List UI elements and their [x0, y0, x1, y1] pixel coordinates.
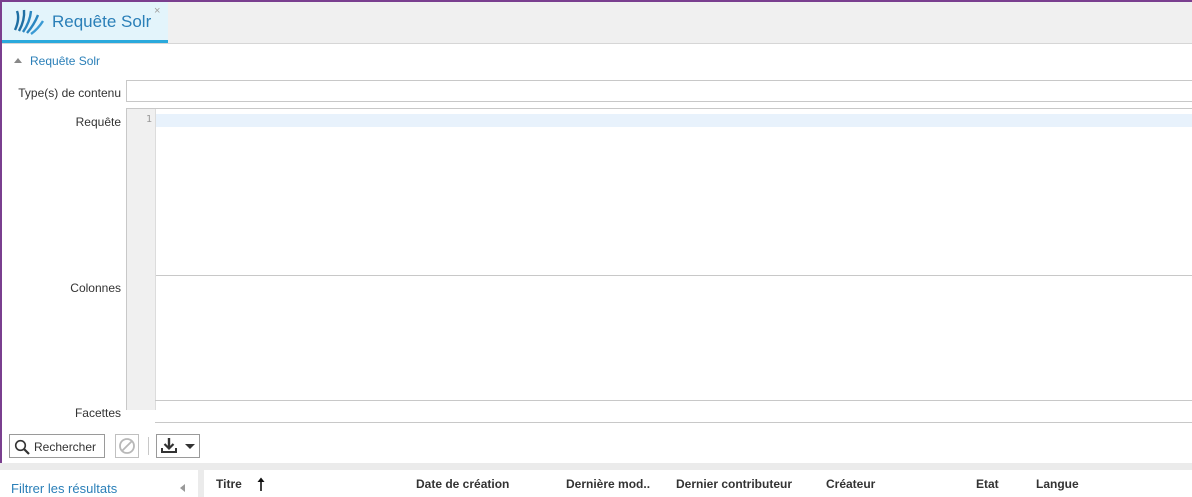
results-separator: [0, 463, 1192, 470]
section-toggle-requete-solr[interactable]: Requête Solr: [14, 54, 100, 70]
column-header-createur[interactable]: Créateur: [826, 477, 875, 491]
tab-title: Requête Solr: [52, 12, 152, 31]
column-header-langue[interactable]: Langue: [1036, 477, 1079, 491]
ametys-logo-icon: [13, 9, 45, 35]
toolbar-separator: [148, 437, 149, 455]
download-icon: [161, 438, 177, 453]
column-header-etat[interactable]: Etat: [976, 477, 999, 491]
collapse-arrow-icon[interactable]: [180, 484, 185, 492]
tab-requete-solr[interactable]: Requête Solr ×: [2, 2, 168, 43]
magnifier-icon: [14, 439, 30, 455]
section-title: Requête Solr: [30, 54, 101, 68]
facets-label: Facettes: [74, 406, 121, 420]
stop-button[interactable]: [115, 434, 139, 458]
tab-close-button[interactable]: ×: [154, 5, 160, 17]
content-types-field[interactable]: [126, 80, 1192, 102]
search-button[interactable]: Rechercher: [9, 434, 105, 458]
columns-label: Colonnes: [70, 281, 121, 295]
export-button[interactable]: [156, 434, 200, 458]
sort-ascending-icon: [257, 477, 265, 491]
query-label: Requête: [75, 115, 121, 129]
search-button-label: Rechercher: [34, 440, 97, 454]
column-header-dernier-contributeur[interactable]: Dernier contributeur: [676, 477, 792, 491]
stop-icon: [119, 438, 135, 454]
line-number: 1: [145, 114, 152, 125]
window-frame-left: [0, 0, 2, 497]
column-header-titre[interactable]: Titre: [216, 477, 242, 491]
chevron-down-icon: [185, 444, 195, 449]
results-toolbar: Rechercher: [0, 431, 1192, 463]
results-grid-header: Titre Date de création Dernière mod.. De…: [204, 470, 1192, 497]
tab-bar: Requête Solr ×: [2, 2, 1192, 44]
facets-field[interactable]: [155, 401, 1192, 423]
filter-panel: Filtrer les résultats: [0, 470, 198, 497]
filter-results-link[interactable]: Filtrer les résultats: [11, 481, 117, 496]
column-header-date-creation[interactable]: Date de création: [416, 477, 509, 491]
line-number-gutter: 1: [127, 109, 156, 410]
column-header-derniere-modification[interactable]: Dernière mod..: [566, 477, 650, 491]
content-types-label: Type(s) de contenu: [18, 86, 121, 100]
triangle-up-icon: [14, 58, 22, 64]
active-line-highlight: [156, 114, 1192, 127]
query-columns-divider: [156, 275, 1192, 276]
query-editor[interactable]: 1: [126, 108, 1192, 410]
